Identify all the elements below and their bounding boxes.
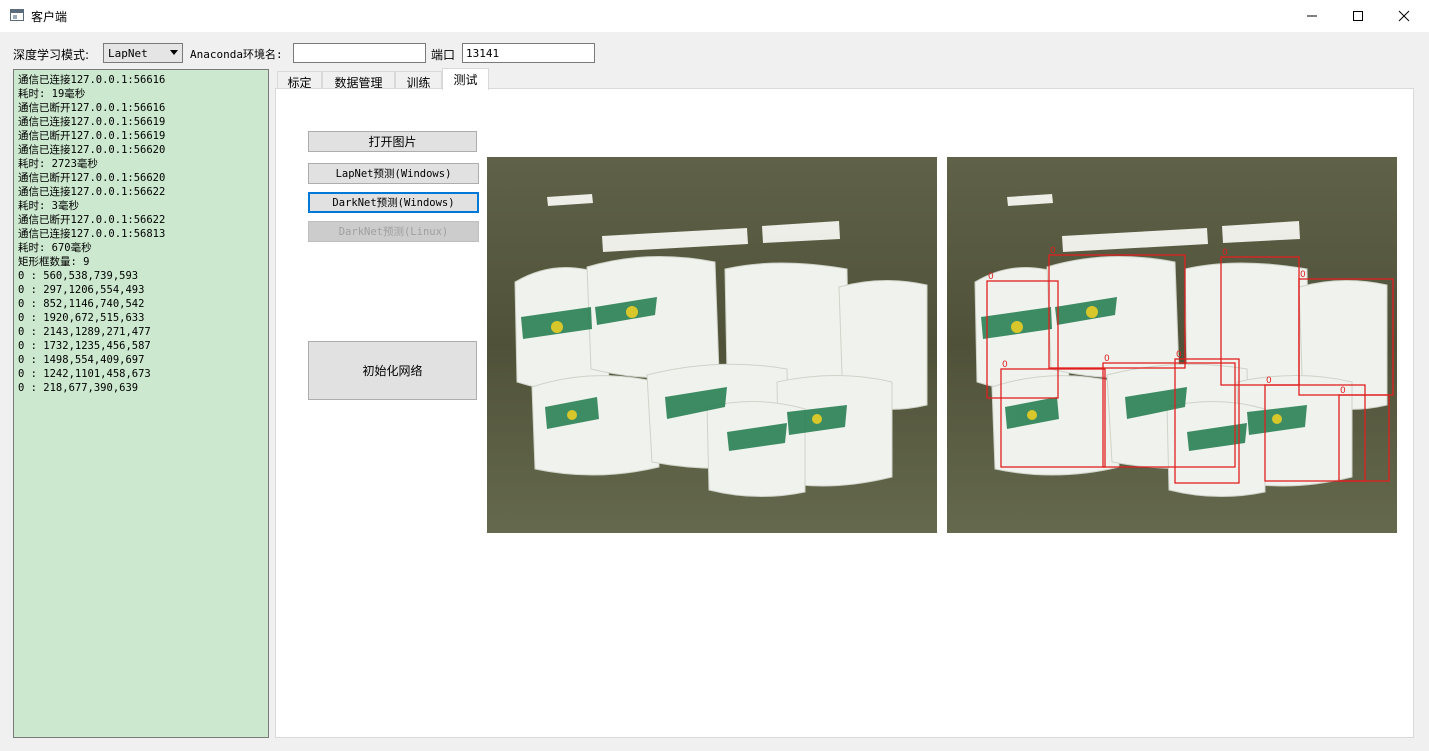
window-title: 客户端 bbox=[31, 10, 68, 24]
log-line: 通信已连接127.0.0.1:56620 bbox=[18, 144, 166, 156]
log-line: 0 : 218,677,390,639 bbox=[18, 382, 139, 394]
log-panel[interactable]: 通信已连接127.0.0.1:56616 耗时: 19毫秒通信已断开127.0.0… bbox=[13, 69, 269, 738]
log-line: 0 : 852,1146,740,542 bbox=[18, 298, 145, 310]
maximize-icon bbox=[1353, 11, 1363, 21]
detection-box-label: 0 bbox=[988, 272, 994, 282]
log-line: 通信已连接127.0.0.1:56619 bbox=[18, 116, 166, 128]
chevron-down-icon bbox=[170, 50, 178, 55]
detection-box-label: 0 bbox=[1002, 360, 1008, 370]
detection-box-label: 0 bbox=[1050, 246, 1056, 256]
log-line: 通信已连接127.0.0.1:56616 bbox=[18, 74, 166, 86]
tab-training[interactable]: 训练 bbox=[395, 71, 442, 90]
app-icon bbox=[10, 9, 24, 21]
init-network-button[interactable]: 初始化网络 bbox=[308, 341, 477, 400]
close-button[interactable] bbox=[1381, 0, 1427, 32]
tab-data-management[interactable]: 数据管理 bbox=[322, 71, 395, 90]
tab-calibration[interactable]: 标定 bbox=[277, 71, 322, 90]
log-line: 0 : 297,1206,554,493 bbox=[18, 284, 145, 296]
detection-box-label: 0 bbox=[1104, 354, 1110, 364]
detection-box-label: 0 bbox=[1176, 350, 1182, 360]
detected-image: 0 0 0 0 0 0 0 0 0 bbox=[947, 157, 1397, 533]
log-line: 矩形框数量: 9 bbox=[18, 256, 90, 268]
mode-label: 深度学习模式: bbox=[13, 48, 90, 62]
log-line: 0 : 2143,1289,271,477 bbox=[18, 326, 151, 338]
lapnet-predict-button[interactable]: LapNet预测(Windows) bbox=[308, 163, 479, 184]
log-line: 0 : 1732,1235,456,587 bbox=[18, 340, 151, 352]
log-line: 0 : 560,538,739,593 bbox=[18, 270, 139, 282]
detection-box-label: 0 bbox=[1340, 386, 1346, 396]
log-line: 通信已断开127.0.0.1:56616 bbox=[18, 102, 166, 114]
mode-select[interactable]: LapNet bbox=[103, 43, 183, 63]
env-input[interactable] bbox=[293, 43, 426, 63]
detection-box-label: 0 bbox=[1222, 248, 1228, 258]
detection-box-label: 0 bbox=[1266, 376, 1272, 386]
log-line: 耗时: 3毫秒 bbox=[18, 200, 79, 212]
log-line: 0 : 1242,1101,458,673 bbox=[18, 368, 151, 380]
port-label: 端口 bbox=[431, 48, 456, 62]
title-bar: 客户端 bbox=[0, 0, 1429, 32]
log-line: 通信已断开127.0.0.1:56619 bbox=[18, 130, 166, 142]
tab-testing[interactable]: 测试 bbox=[442, 68, 489, 90]
open-image-button[interactable]: 打开图片 bbox=[308, 131, 477, 152]
log-line: 耗时: 670毫秒 bbox=[18, 242, 92, 254]
darknet-predict-linux-button[interactable]: DarkNet预测(Linux) bbox=[308, 221, 479, 242]
log-line: 耗时: 2723毫秒 bbox=[18, 158, 98, 170]
minimize-icon bbox=[1307, 15, 1317, 17]
env-label: Anaconda环境名: bbox=[190, 48, 283, 61]
close-icon bbox=[1398, 10, 1410, 22]
port-input[interactable]: 13141 bbox=[462, 43, 595, 63]
maximize-button[interactable] bbox=[1335, 0, 1381, 32]
minimize-button[interactable] bbox=[1289, 0, 1335, 32]
log-line: 通信已断开127.0.0.1:56620 bbox=[18, 172, 166, 184]
log-line: 通信已断开127.0.0.1:56622 bbox=[18, 214, 166, 226]
detection-box-label: 0 bbox=[1300, 270, 1306, 280]
log-line: 通信已连接127.0.0.1:56813 bbox=[18, 228, 166, 240]
original-image bbox=[487, 157, 937, 533]
log-line: 通信已连接127.0.0.1:56622 bbox=[18, 186, 166, 198]
log-line: 耗时: 19毫秒 bbox=[18, 88, 86, 100]
mode-select-value: LapNet bbox=[108, 47, 148, 60]
log-line: 0 : 1920,672,515,633 bbox=[18, 312, 145, 324]
darknet-predict-windows-button[interactable]: DarkNet预测(Windows) bbox=[308, 192, 479, 213]
log-line: 0 : 1498,554,409,697 bbox=[18, 354, 145, 366]
